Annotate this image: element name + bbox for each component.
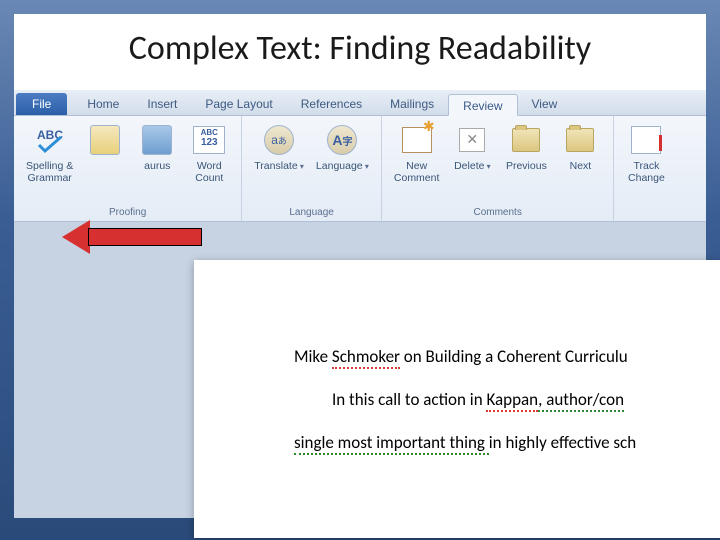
delete-comment-button[interactable]: Delete [447,120,497,175]
tab-review[interactable]: Review [448,94,517,116]
new-comment-label: New Comment [394,160,440,184]
group-comments: New Comment Delete Previous Next [382,116,615,221]
comments-group-label: Comments [390,205,606,219]
document-area: Mike Schmoker on Building a Coherent Cur… [14,222,706,518]
previous-label: Previous [506,160,547,172]
new-comment-icon [397,122,437,158]
group-tracking: Track Change [614,116,672,221]
language-label: Language [316,160,369,173]
next-label: Next [570,160,592,172]
thesaurus-icon [137,122,177,158]
track-changes-button[interactable]: Track Change [622,120,670,186]
word-count-label: Word Count [195,160,223,184]
track-changes-icon [626,122,666,158]
slide-number: 22 [0,520,720,537]
next-comment-button[interactable]: Next [555,120,605,174]
language-group-label: Language [250,205,373,219]
research-icon [85,122,125,158]
document-page[interactable]: Mike Schmoker on Building a Coherent Cur… [194,260,720,538]
tab-page-layout[interactable]: Page Layout [191,93,286,115]
tab-mailings[interactable]: Mailings [376,93,448,115]
spelling-icon: ABC [30,122,70,158]
spelling-grammar-button[interactable]: ABC Spelling & Grammar [22,120,77,186]
research-button[interactable] [81,120,129,162]
ribbon: ABC Spelling & Grammar a [14,116,706,222]
word-count-icon: ABC 123 [189,122,229,158]
new-comment-button[interactable]: New Comment [390,120,444,186]
doc-line-2: In this call to action in Kappan, author… [294,389,720,410]
previous-comment-button[interactable]: Previous [501,120,551,174]
translate-icon: aあ [259,122,299,158]
language-button[interactable]: A字 Language [312,120,373,175]
thesaurus-label: aurus [144,160,170,172]
ribbon-tabs: File Home Insert Page Layout References … [14,90,706,116]
tab-insert[interactable]: Insert [133,93,191,115]
thesaurus-button[interactable]: aurus [133,120,181,174]
language-icon: A字 [322,122,362,158]
tab-home[interactable]: Home [73,93,133,115]
word-count-button[interactable]: ABC 123 Word Count [185,120,233,186]
translate-label: Translate [254,160,304,173]
tab-view[interactable]: View [518,93,572,115]
delete-label: Delete [454,160,491,173]
translate-button[interactable]: aあ Translate [250,120,308,175]
delete-icon [452,122,492,158]
tab-file[interactable]: File [16,93,67,115]
next-icon [560,122,600,158]
spelling-label: Spelling & Grammar [26,160,73,184]
slide-title: Complex Text: Finding Readability [14,14,706,85]
proofing-group-label: Proofing [22,205,233,219]
previous-icon [506,122,546,158]
callout-arrow [62,222,202,252]
tab-references[interactable]: References [287,93,376,115]
group-proofing: ABC Spelling & Grammar a [14,116,242,221]
doc-line-3: single most important thing in highly ef… [294,432,720,453]
track-changes-label: Track Change [628,160,665,184]
group-language: aあ Translate A字 Language Language [242,116,382,221]
word-window: File Home Insert Page Layout References … [14,90,706,518]
doc-line-1: Mike Schmoker on Building a Coherent Cur… [294,346,720,367]
